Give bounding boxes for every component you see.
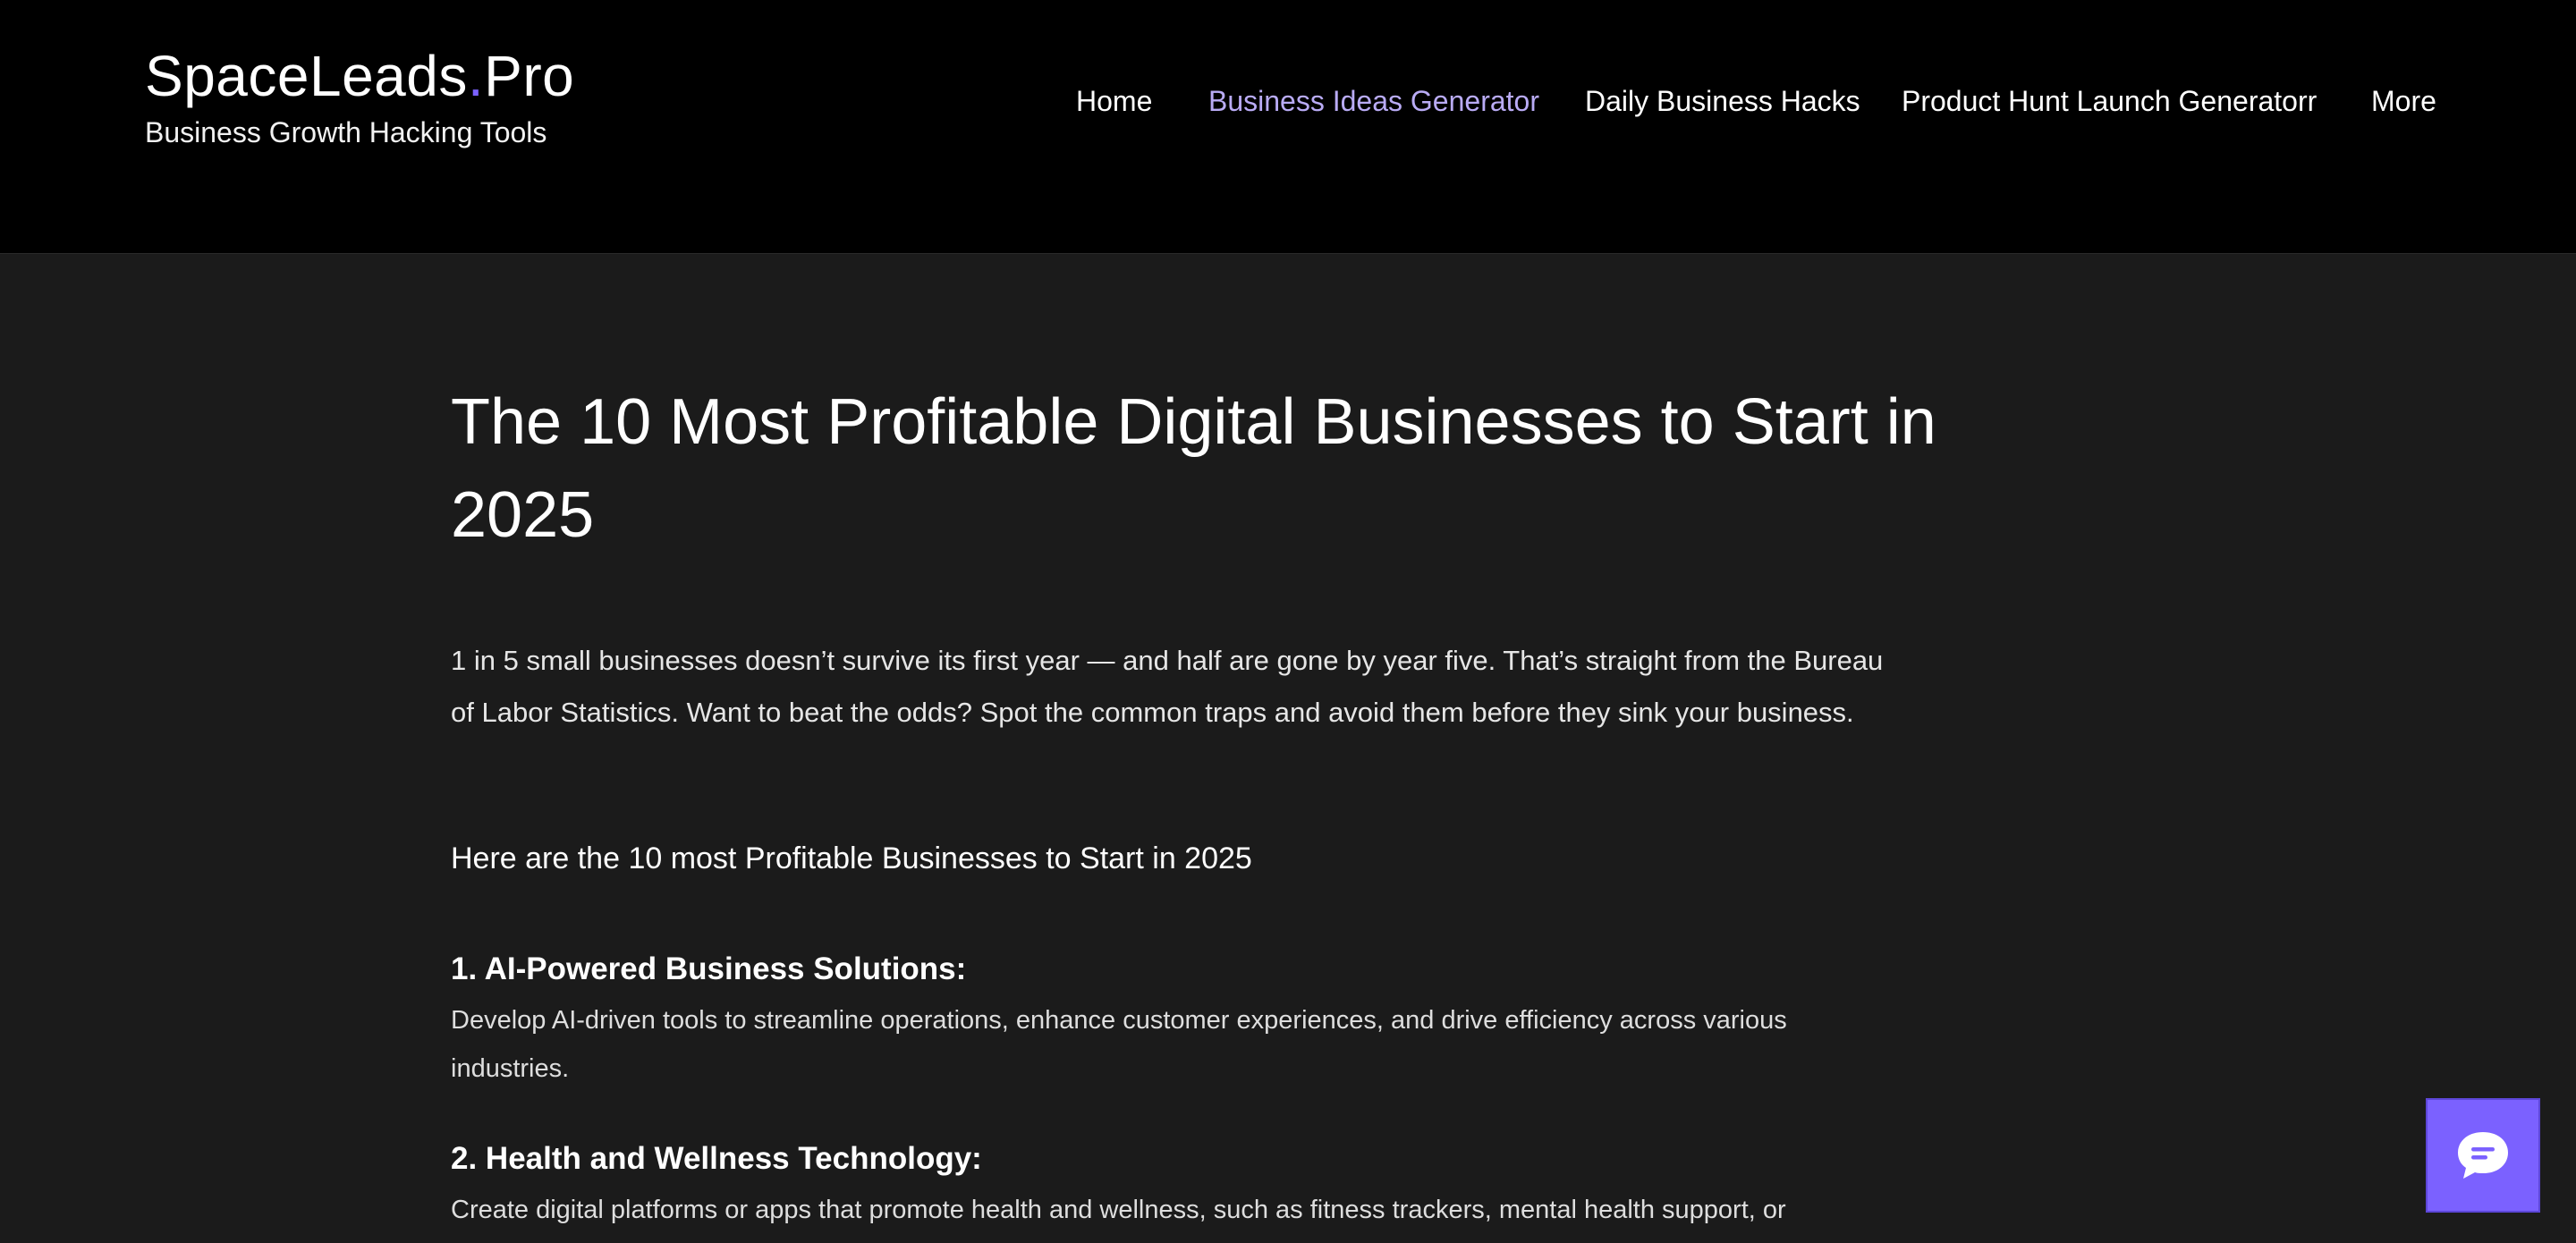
list-item-title: 1. AI-Powered Business Solutions: — [451, 951, 967, 986]
nav-item-more[interactable]: More — [2371, 80, 2436, 122]
nav-item-business-ideas-generator[interactable]: Business Ideas Generator — [1208, 80, 1539, 122]
list-item-title: 2. Health and Wellness Technology: — [451, 1141, 982, 1176]
nav-item-home[interactable]: Home — [1076, 80, 1152, 122]
article-subheading: Here are the 10 most Profitable Business… — [451, 841, 1252, 875]
article-title: The 10 Most Profitable Digital Businesse… — [451, 386, 1936, 551]
brand-logo[interactable]: SpaceLeads. Pro — [145, 39, 574, 113]
site-header: SpaceLeads. Pro Business Growth Hacking T… — [0, 0, 2576, 254]
brand-tagline: Business Growth Hacking Tools — [145, 116, 547, 148]
main-nav: Home Business Ideas Generator Daily Busi… — [1055, 80, 2451, 122]
nav-item-daily-business-hacks[interactable]: Daily Business Hacks — [1585, 80, 1860, 122]
brand-name-part1: SpaceLeads — [145, 44, 468, 108]
list-item-description: Develop AI-driven tools to streamline op… — [451, 1006, 1787, 1083]
list-item-description: Create digital platforms or apps that pr… — [451, 1196, 1786, 1224]
article: The 10 Most Profitable Digital Businesse… — [451, 376, 1971, 1224]
list-item: 1. AI-Powered Business Solutions: Develo… — [451, 948, 1900, 1093]
chat-bubble-icon — [2458, 1132, 2508, 1179]
list-item: 2. Health and Wellness Technology: Creat… — [451, 1137, 1900, 1234]
article-intro: 1 in 5 small businesses doesn’t survive … — [451, 645, 1884, 728]
nav-item-product-hunt-launch-generator[interactable]: Product Hunt Launch Generatorr — [1902, 80, 2317, 122]
brand-dot: . — [467, 44, 485, 108]
brand-name-part2: Pro — [484, 44, 575, 108]
brand[interactable]: SpaceLeads. Pro Business Growth Hacking T… — [145, 39, 574, 150]
chat-button[interactable] — [2426, 1098, 2540, 1213]
